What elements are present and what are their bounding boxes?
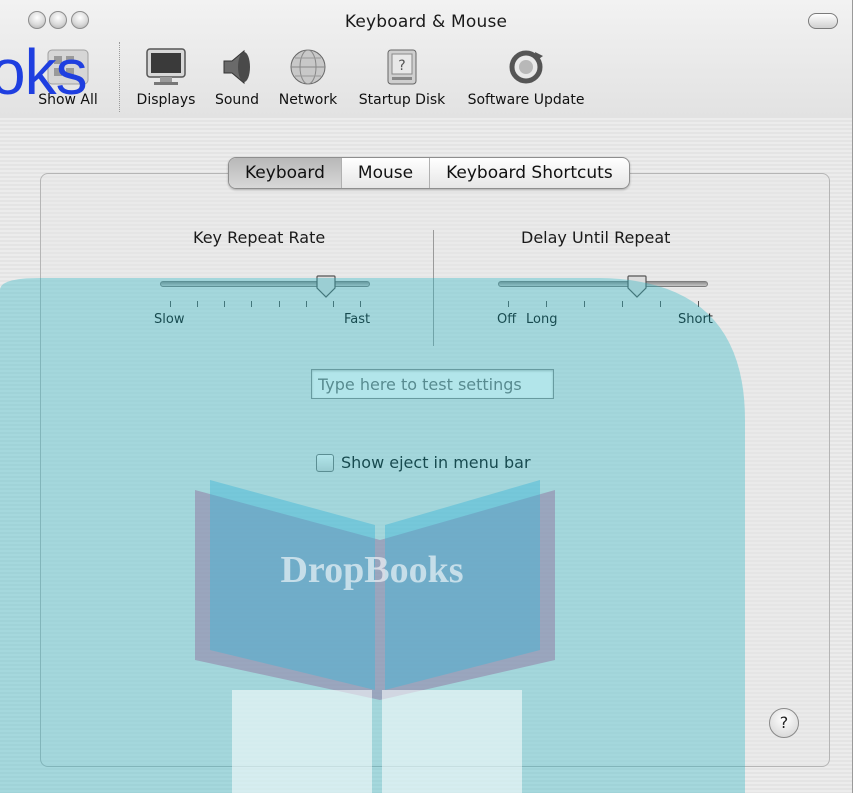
title-bar: Keyboard & Mouse xyxy=(0,0,852,42)
slider-tick xyxy=(278,301,280,307)
slider-tick xyxy=(508,301,509,307)
globe-icon xyxy=(290,49,326,85)
show-eject-label[interactable]: Show eject in menu bar xyxy=(341,453,531,472)
svg-text:?: ? xyxy=(398,58,405,74)
displays-label: Displays xyxy=(136,92,196,108)
tab-mouse[interactable]: Mouse xyxy=(340,158,429,188)
slider-tick xyxy=(197,301,199,307)
toolbar-startup-disk[interactable]: ? Startup Disk xyxy=(352,46,452,108)
delay-repeat-thumb[interactable] xyxy=(626,275,648,299)
toolbar-toggle-button[interactable] xyxy=(808,13,838,29)
slider-tick xyxy=(660,301,661,307)
key-repeat-slow-label: Slow xyxy=(154,312,185,327)
slider-tick xyxy=(305,301,307,307)
slider-tick xyxy=(698,301,699,307)
update-icon xyxy=(509,50,543,84)
toolbar-software-update[interactable]: Software Update xyxy=(462,46,590,108)
slider-tick xyxy=(360,301,361,307)
delay-long-label: Long xyxy=(526,312,558,327)
slider-tick xyxy=(251,301,253,307)
slider-tick xyxy=(584,301,585,307)
toolbar: Keyboard & Mouse Show All Displays Sound… xyxy=(0,0,852,119)
toolbar-separator xyxy=(119,42,120,112)
toolbar-show-all[interactable]: Show All xyxy=(28,46,108,108)
tab-bar: Keyboard Mouse Keyboard Shortcuts xyxy=(228,157,630,189)
key-repeat-track[interactable] xyxy=(160,281,370,287)
show-eject-checkbox[interactable] xyxy=(316,454,334,472)
slider-tick xyxy=(622,301,623,307)
key-repeat-thumb[interactable] xyxy=(315,275,337,299)
slider-tick xyxy=(546,301,547,307)
software-update-label: Software Update xyxy=(467,92,585,108)
displays-icon xyxy=(146,48,186,85)
delay-off-label: Off xyxy=(497,312,517,327)
slider-divider xyxy=(433,230,434,346)
speaker-icon xyxy=(223,49,250,85)
toolbar-network[interactable]: Network xyxy=(272,46,344,108)
sound-label: Sound xyxy=(214,92,260,108)
test-settings-field[interactable] xyxy=(311,369,554,399)
network-label: Network xyxy=(278,92,338,108)
toolbar-displays[interactable]: Displays xyxy=(130,46,202,108)
tab-keyboard[interactable]: Keyboard xyxy=(229,158,341,188)
show-all-icon xyxy=(47,49,89,85)
disk-icon: ? xyxy=(387,49,417,85)
delay-repeat-track[interactable] xyxy=(498,281,708,287)
window-title: Keyboard & Mouse xyxy=(344,12,508,32)
tab-keyboard-shortcuts[interactable]: Keyboard Shortcuts xyxy=(429,158,629,188)
toolbar-sound[interactable]: Sound xyxy=(208,46,266,108)
help-button[interactable]: ? xyxy=(769,708,799,738)
slider-tick xyxy=(170,301,171,307)
delay-short-label: Short xyxy=(678,312,713,327)
startup-disk-label: Startup Disk xyxy=(358,92,446,108)
delay-repeat-heading: Delay Until Repeat xyxy=(521,228,671,247)
show-all-label: Show All xyxy=(38,92,98,108)
slider-tick xyxy=(224,301,226,307)
slider-tick xyxy=(332,301,334,307)
key-repeat-heading: Key Repeat Rate xyxy=(193,228,326,247)
key-repeat-fast-label: Fast xyxy=(344,312,371,327)
preferences-window: Keyboard & Mouse Show All Displays Sound… xyxy=(0,0,853,793)
